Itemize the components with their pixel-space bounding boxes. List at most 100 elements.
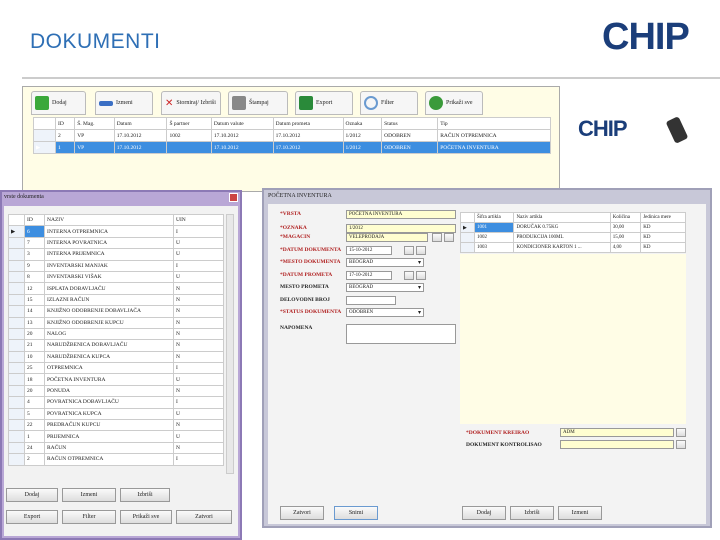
row-header[interactable] <box>8 441 25 455</box>
row-header[interactable] <box>8 339 25 352</box>
row-header[interactable] <box>8 407 25 421</box>
table-row[interactable]: 3 INTERNA PRIJEMNICA U <box>8 248 224 261</box>
row-header[interactable] <box>8 430 25 443</box>
add-button[interactable]: Dodaj <box>31 91 86 115</box>
filter-button[interactable]: Filter <box>360 91 418 115</box>
print-button[interactable]: Štampaj <box>228 91 288 115</box>
controlled-by-field[interactable] <box>560 440 674 449</box>
row-header[interactable] <box>8 270 25 284</box>
table-row[interactable]: 9 INVENTARSKI MANJAK I <box>8 259 224 272</box>
table-row[interactable]: 1003 KONDICIONER KARTON 1 ... 4,00 KD <box>460 242 686 253</box>
table-row[interactable]: ▶ 1 VP 17.10.2012 17.10.2012 17.10.2012 1/2012… <box>33 141 551 154</box>
row-header[interactable]: ▶ <box>8 225 25 238</box>
table-row[interactable]: ▶ 6 INTERNA OTPREMNICA I <box>8 225 224 238</box>
row-header[interactable] <box>8 384 25 398</box>
table-row[interactable]: 1002 PRODUKCIJA 100ML 15,00 KD <box>460 232 686 243</box>
table-row[interactable]: 2 VP 17.10.2012 1002 17.10.2012 17.10.2012 1/2… <box>33 129 551 142</box>
row-header[interactable] <box>8 419 25 432</box>
field-button[interactable] <box>416 271 426 280</box>
table-row[interactable]: 5 POVRATNICA KUPCA U <box>8 407 224 421</box>
close-button[interactable]: Zatvori <box>280 506 324 520</box>
export-button[interactable]: Export <box>6 510 58 524</box>
row-header[interactable] <box>8 282 25 295</box>
table-row[interactable]: 24 RAČUN N <box>8 441 224 455</box>
table-row[interactable]: 14 KNJIŽNO ODOBRENJE DOBAVLJAČA N <box>8 305 224 318</box>
table-row[interactable]: 15 IZLAZNI RAČUN N <box>8 293 224 307</box>
save-button[interactable]: Snimi <box>334 506 378 520</box>
table-row[interactable]: ▶ 1001 DORUČAK 0.75KG 30,00 KD <box>460 222 686 233</box>
cancel-delete-button[interactable]: ✕ Storniraj/ Izbriši <box>161 91 221 115</box>
field-input[interactable]: 17-10-2012 <box>346 271 392 280</box>
row-header[interactable]: ▶ <box>460 222 475 233</box>
table-row[interactable]: 20 PONUDA N <box>8 384 224 398</box>
scrollbar[interactable] <box>226 214 234 474</box>
close-icon[interactable] <box>229 193 238 202</box>
table-row[interactable]: 4 POVRATNICA DOBAVLJAČU I <box>8 396 224 409</box>
field-input[interactable]: BEOGRAD ▾ <box>346 283 424 292</box>
export-button[interactable]: Export <box>295 91 353 115</box>
row-header[interactable] <box>33 129 56 142</box>
row-header[interactable] <box>8 396 25 409</box>
row-header[interactable] <box>460 232 475 243</box>
row-header[interactable] <box>8 350 25 364</box>
chevron-down-icon[interactable]: ▾ <box>418 259 421 267</box>
table-row[interactable]: 25 OTPREMNICA I <box>8 362 224 375</box>
row-header[interactable] <box>8 373 25 386</box>
edit-item-button[interactable]: Izmeni <box>558 506 602 520</box>
field-button[interactable] <box>444 233 454 242</box>
row-header[interactable] <box>8 305 25 318</box>
add-button[interactable]: Dodaj <box>6 488 58 502</box>
row-header[interactable] <box>8 453 25 466</box>
table-row[interactable]: 18 POČETNA INVENTURA U <box>8 373 224 386</box>
chevron-down-icon[interactable]: ▾ <box>418 284 421 292</box>
chevron-down-icon[interactable]: ▾ <box>418 309 421 317</box>
field-input[interactable] <box>346 296 396 305</box>
lookup-button[interactable] <box>676 428 686 437</box>
close-button[interactable]: Zatvori <box>176 510 232 524</box>
created-by-field[interactable]: ADM <box>560 428 674 437</box>
row-header[interactable] <box>8 362 25 375</box>
field-input[interactable]: 15-10-2012 <box>346 246 392 255</box>
table-row[interactable]: 21 NARUDŽBENICA DOBAVLJAČU N <box>8 339 224 352</box>
row-header[interactable] <box>8 259 25 272</box>
field-input[interactable]: ODOBREN ▾ <box>346 308 424 317</box>
field-button[interactable] <box>416 246 426 255</box>
delete-item-button[interactable]: Izbriši <box>510 506 554 520</box>
table-row[interactable]: 1 PRIJEMNICA U <box>8 430 224 443</box>
table-row[interactable]: 8 INVENTARSKI VIŠAK U <box>8 270 224 284</box>
table-row[interactable]: 12 ISPLATA DOBAVLJAČU N <box>8 282 224 295</box>
show-all-button[interactable]: Prikaži sve <box>425 91 483 115</box>
field-input[interactable]: 1/2012 <box>346 224 456 233</box>
row-header[interactable] <box>8 248 25 261</box>
field-button[interactable] <box>404 271 414 280</box>
row-header[interactable] <box>460 242 475 253</box>
row-header[interactable] <box>8 236 25 250</box>
cell: N <box>173 441 224 455</box>
filter-button[interactable]: Filter <box>62 510 116 524</box>
table-row[interactable]: 22 PREDRAČUN KUPCU N <box>8 419 224 432</box>
row-header[interactable] <box>8 327 25 341</box>
field-button[interactable] <box>432 233 442 242</box>
field-input[interactable]: POČETNA INVENTURA <box>346 210 456 219</box>
field-input[interactable] <box>346 324 456 344</box>
row-header[interactable] <box>8 293 25 307</box>
cell: POVRATNICA KUPCA <box>44 407 174 421</box>
cell: POVRATNICA DOBAVLJAČU <box>44 396 174 409</box>
lookup-button[interactable] <box>676 440 686 449</box>
table-row[interactable]: 7 INTERNA POVRATNICA U <box>8 236 224 250</box>
row-header[interactable] <box>8 316 25 329</box>
add-item-button[interactable]: Dodaj <box>462 506 506 520</box>
field-button[interactable] <box>404 246 414 255</box>
show-all-button[interactable]: Prikaži sve <box>120 510 172 524</box>
delete-button[interactable]: Izbriši <box>120 488 170 502</box>
cell: U <box>173 430 224 443</box>
row-header[interactable]: ▶ <box>33 141 56 154</box>
edit-button[interactable]: Izmeni <box>95 91 153 115</box>
table-row[interactable]: 13 KNJIŽNO ODOBRENJE KUPCU N <box>8 316 224 329</box>
table-row[interactable]: 20 NALOG N <box>8 327 224 341</box>
edit-button[interactable]: Izmeni <box>62 488 116 502</box>
field-input[interactable]: VELEPRODAJA <box>346 233 428 242</box>
table-row[interactable]: 2 RAČUN OTPREMNICA I <box>8 453 224 466</box>
table-row[interactable]: 10 NARUDŽBENICA KUPCA N <box>8 350 224 364</box>
field-input[interactable]: BEOGRAD ▾ <box>346 258 424 267</box>
